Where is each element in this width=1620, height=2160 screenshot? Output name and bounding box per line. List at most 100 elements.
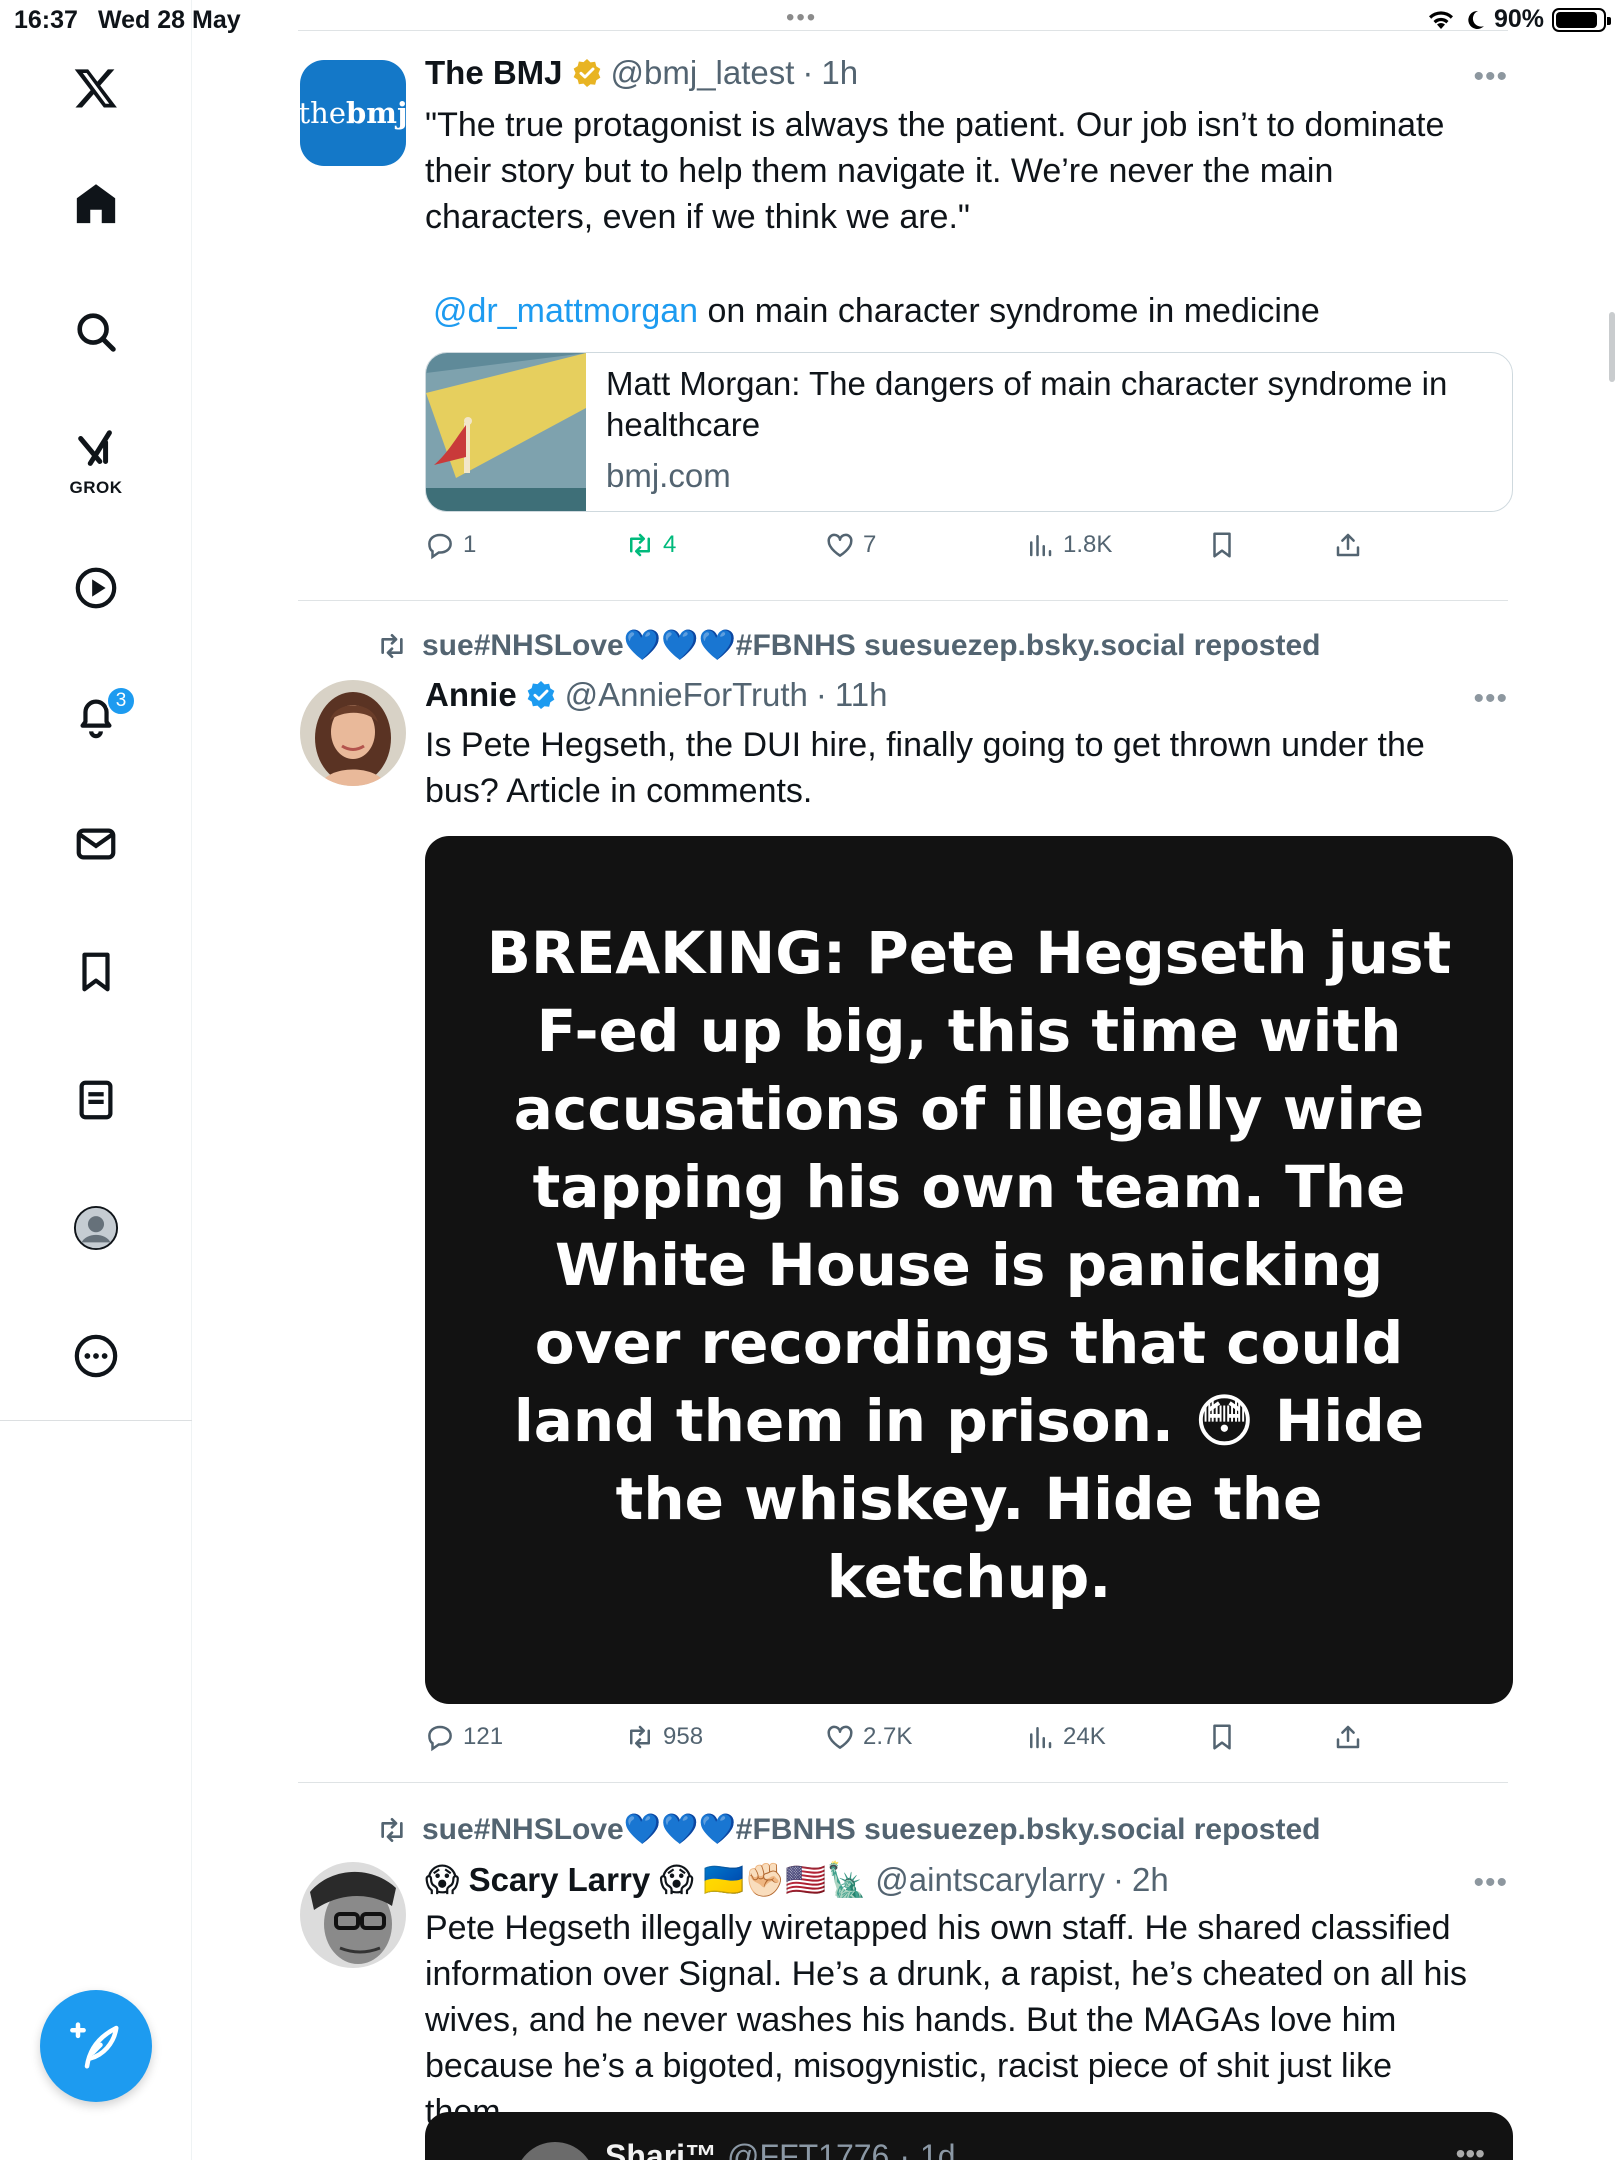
reply-button[interactable]: 1	[425, 530, 476, 560]
heart-icon	[827, 533, 853, 557]
link-card-domain: bmj.com	[606, 457, 731, 494]
post-header: 😱 Scary Larry 😱 🇺🇦✊🏻🇺🇸🗽 @aintscarylarry …	[425, 1860, 1169, 1900]
more-options-icon[interactable]	[70, 1330, 122, 1382]
reposted-by-text: sue#NHSLove💙💙💙#FBNHS suesuezep.bsky.soci…	[422, 1813, 1321, 1846]
dot-separator: ·	[1113, 1861, 1125, 1898]
author-handle[interactable]: @AnnieForTruth	[565, 676, 808, 714]
post-time[interactable]: 1h	[821, 54, 858, 92]
post-actions: 1 4 7 1.8K	[425, 530, 1515, 570]
grok-icon[interactable]	[70, 424, 122, 476]
reply-icon	[428, 533, 452, 560]
quoted-dot-separator: ·	[899, 2138, 910, 2160]
author-handle[interactable]: @bmj_latest	[611, 54, 795, 92]
bookmark-button[interactable]	[1207, 530, 1237, 560]
views-bar-chart-icon	[1030, 535, 1052, 557]
share-button[interactable]	[1333, 1722, 1363, 1752]
scrollbar[interactable]	[1609, 312, 1615, 382]
sidebar: GROK 3	[0, 0, 192, 2160]
mention-rest-text: on main character syndrome in medicine	[698, 292, 1320, 330]
like-count: 7	[863, 531, 877, 558]
post-more-button[interactable]: •••	[1473, 60, 1508, 94]
annie-avatar[interactable]	[300, 680, 406, 786]
video-play-icon[interactable]	[70, 562, 122, 614]
post-more-button[interactable]: •••	[1473, 682, 1508, 716]
reply-button[interactable]: 121	[425, 1722, 503, 1752]
dot-separator: ·	[815, 676, 827, 713]
annie-avatar-photo	[300, 680, 406, 786]
blue-verified-badge-icon	[527, 681, 555, 709]
like-button[interactable]: 2.7K	[825, 1722, 912, 1752]
mention-link[interactable]: @dr_mattmorgan	[433, 292, 698, 330]
repost-icon	[381, 1817, 403, 1842]
link-card[interactable]: Matt Morgan: The dangers of main charact…	[425, 352, 1513, 512]
reply-count: 1	[463, 531, 477, 558]
repost-attribution[interactable]: sue#NHSLove💙💙💙#FBNHS suesuezep.bsky.soci…	[376, 628, 1320, 663]
quoted-author-avatar	[515, 2142, 595, 2160]
post-image[interactable]: BREAKING: Pete Hegseth just F-ed up big,…	[425, 836, 1513, 1704]
gold-verified-badge-icon	[573, 59, 600, 87]
post-time[interactable]: 2h	[1132, 1861, 1169, 1899]
scary-larry-avatar[interactable]	[300, 1862, 406, 1968]
share-upload-icon	[1336, 533, 1360, 557]
author-name[interactable]: The BMJ	[425, 54, 563, 92]
quoted-post-header: Shari™ @FFT1776 · 1d	[605, 2138, 956, 2160]
views-count: 24K	[1063, 1723, 1106, 1750]
bookmark-icon	[1213, 532, 1231, 558]
bookmarks-icon[interactable]	[70, 946, 122, 998]
timeline-top-divider	[298, 30, 1508, 31]
post-text: "The true protagonist is always the pati…	[425, 106, 1445, 236]
bookmark-icon	[1213, 1724, 1231, 1750]
like-button[interactable]: 7	[825, 530, 876, 560]
compose-post-button[interactable]	[40, 1990, 152, 2102]
bmj-avatar[interactable]: thebmj	[300, 60, 406, 166]
repost-button[interactable]: 958	[625, 1722, 703, 1752]
search-icon[interactable]	[70, 306, 122, 358]
reply-count: 121	[463, 1723, 504, 1750]
post-mention-line: @dr_mattmorgan on main character syndrom…	[433, 288, 1513, 334]
views-bar-chart-icon	[1030, 1727, 1052, 1749]
scary-larry-avatar-photo	[300, 1862, 406, 1968]
link-card-thumbnail	[426, 353, 586, 511]
notifications-badge: 3	[106, 686, 136, 716]
post-header: The BMJ @bmj_latest · 1h	[425, 54, 858, 92]
views-button[interactable]: 1.8K	[1025, 530, 1112, 560]
feather-plus-icon	[70, 2022, 119, 2069]
post-actions: 121 958 2.7K 24K	[425, 1722, 1515, 1762]
post-text: Pete Hegseth illegally wiretapped his ow…	[425, 1909, 1467, 2131]
views-count: 1.8K	[1063, 531, 1113, 558]
author-name[interactable]: Annie	[425, 676, 517, 714]
quoted-post-time: 1d	[920, 2138, 956, 2160]
bookmark-button[interactable]	[1207, 1722, 1237, 1752]
author-handle[interactable]: @aintscarylarry	[875, 1861, 1105, 1899]
quoted-author-name: Shari™	[605, 2138, 718, 2160]
sidebar-divider	[0, 1420, 192, 1421]
timeline: thebmj The BMJ @bmj_latest · 1h ••• "The…	[193, 0, 1620, 2160]
x-logo-icon[interactable]	[70, 62, 122, 114]
post-time[interactable]: 11h	[835, 676, 888, 714]
heart-icon	[827, 1725, 853, 1749]
reply-icon	[428, 1725, 452, 1752]
dot-separator: ·	[802, 54, 814, 91]
post-divider	[298, 600, 1508, 601]
messages-envelope-icon[interactable]	[70, 818, 122, 870]
author-name[interactable]: 😱 Scary Larry 😱 🇺🇦✊🏻🇺🇸🗽	[425, 1860, 867, 1900]
home-icon[interactable]	[70, 178, 122, 230]
lists-icon[interactable]	[70, 1074, 122, 1126]
reposted-by-text: sue#NHSLove💙💙💙#FBNHS suesuezep.bsky.soci…	[422, 629, 1321, 662]
post-image-text: BREAKING: Pete Hegseth just F-ed up big,…	[486, 919, 1452, 1611]
repost-button[interactable]: 4	[625, 530, 676, 560]
quoted-more-icon: •••	[1455, 2138, 1485, 2160]
post-divider	[298, 1782, 1508, 1783]
quoted-post[interactable]: Shari™ @FFT1776 · 1d •••	[425, 2112, 1513, 2160]
repost-count: 958	[663, 1723, 704, 1750]
repost-icon	[630, 533, 650, 557]
grok-label: GROK	[69, 478, 123, 497]
repost-attribution[interactable]: sue#NHSLove💙💙💙#FBNHS suesuezep.bsky.soci…	[376, 1812, 1320, 1847]
share-button[interactable]	[1333, 530, 1363, 560]
post-header: Annie @AnnieForTruth · 11h	[425, 676, 888, 714]
repost-count: 4	[663, 531, 677, 558]
profile-avatar-icon[interactable]	[70, 1202, 122, 1254]
repost-icon	[381, 633, 403, 658]
post-more-button[interactable]: •••	[1473, 1866, 1508, 1900]
views-button[interactable]: 24K	[1025, 1722, 1106, 1752]
